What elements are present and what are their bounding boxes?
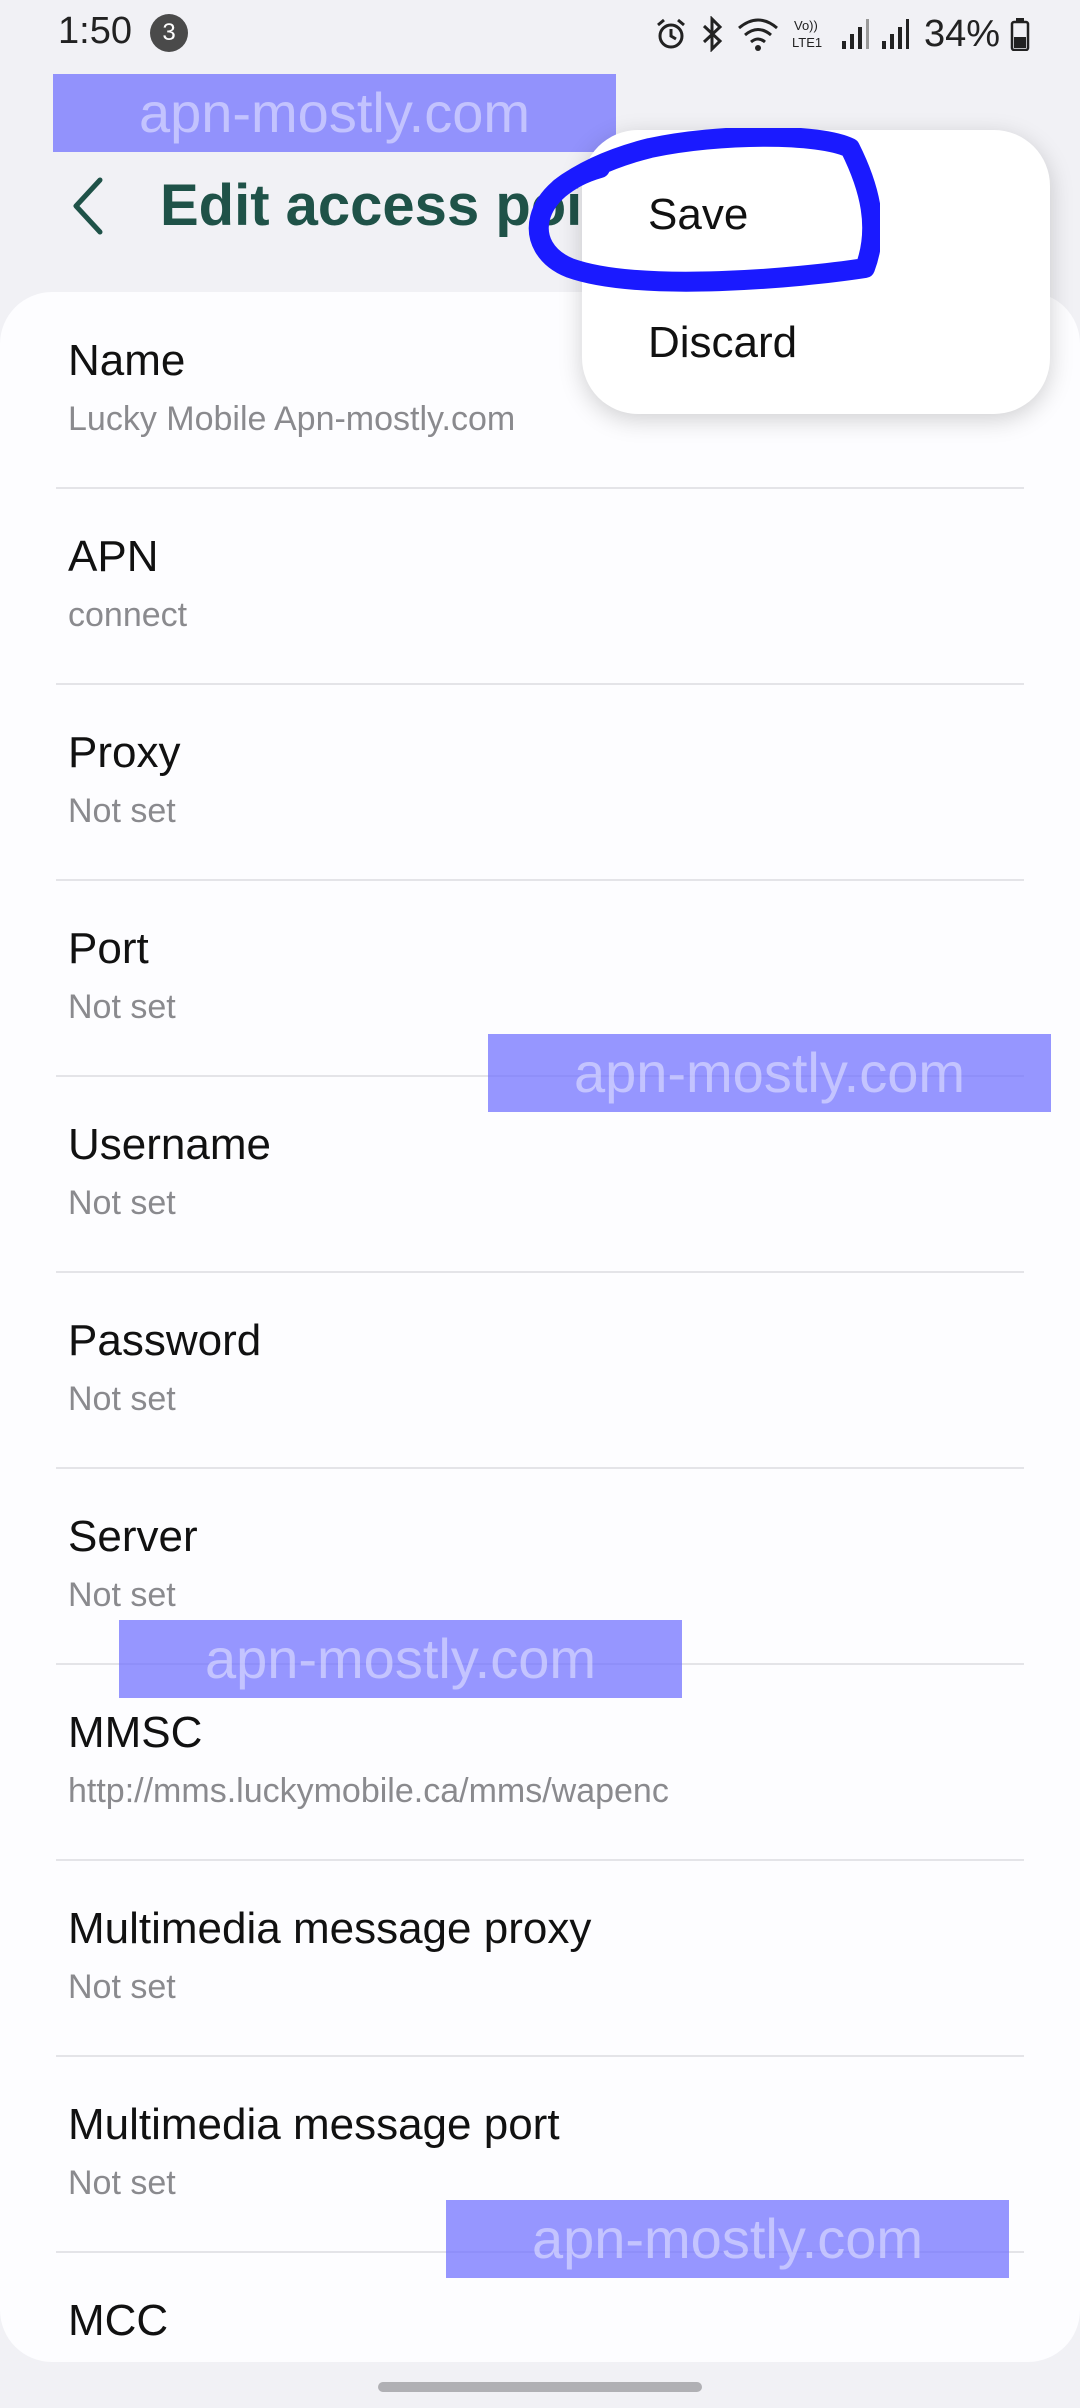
setting-label: Server bbox=[68, 1512, 198, 1561]
setting-label: Username bbox=[68, 1120, 271, 1169]
bluetooth-icon bbox=[702, 16, 723, 52]
settings-list: Name Lucky Mobile Apn-mostly.com APN con… bbox=[0, 292, 1080, 2362]
setting-value: http://mms.luckymobile.ca/mms/wapenc bbox=[68, 1772, 669, 1810]
alarm-icon bbox=[656, 18, 685, 49]
watermark: apn-mostly.com bbox=[53, 74, 616, 152]
setting-label: Multimedia message port bbox=[68, 2100, 560, 2149]
discard-menu-item[interactable]: Discard bbox=[582, 278, 1050, 406]
svg-text:LTE1: LTE1 bbox=[792, 35, 822, 50]
overflow-menu: Save Discard bbox=[582, 130, 1050, 414]
volte-icon: Vo)) LTE1 bbox=[792, 18, 822, 50]
wifi-icon bbox=[737, 18, 778, 51]
setting-value: Not set bbox=[68, 2164, 176, 2202]
setting-value: connect bbox=[68, 596, 188, 634]
setting-label: Password bbox=[68, 1316, 262, 1365]
back-button[interactable] bbox=[60, 170, 120, 242]
watermark: apn-mostly.com bbox=[119, 1620, 682, 1698]
setting-value: Not set bbox=[68, 988, 176, 1026]
status-bar: 1:50 3 Vo)) LTE1 34% bbox=[0, 0, 1080, 70]
setting-value: Not set bbox=[68, 1184, 176, 1222]
setting-label: APN bbox=[68, 532, 159, 581]
watermark: apn-mostly.com bbox=[488, 1034, 1051, 1112]
setting-row-apn[interactable]: APN connect bbox=[0, 488, 1080, 685]
signal-icon bbox=[841, 19, 869, 49]
setting-value: Not set bbox=[68, 1576, 176, 1614]
home-indicator[interactable] bbox=[378, 2382, 702, 2392]
svg-text:Vo)): Vo)) bbox=[794, 18, 818, 33]
back-arrow-icon bbox=[73, 177, 103, 235]
discard-label: Discard bbox=[648, 318, 798, 367]
setting-label: MCC bbox=[68, 2296, 169, 2345]
setting-label: MMSC bbox=[68, 1708, 203, 1757]
setting-label: Proxy bbox=[68, 728, 181, 777]
setting-label: Multimedia message proxy bbox=[68, 1904, 592, 1953]
setting-row-password[interactable]: Password Not set bbox=[0, 1272, 1080, 1469]
setting-row-proxy[interactable]: Proxy Not set bbox=[0, 684, 1080, 881]
status-icons: Vo)) LTE1 34% bbox=[654, 10, 1030, 58]
setting-value: Not set bbox=[68, 1380, 176, 1418]
battery-percent: 34% bbox=[923, 12, 1000, 55]
setting-value: Lucky Mobile Apn-mostly.com bbox=[68, 400, 516, 438]
notification-count-badge: 3 bbox=[150, 14, 188, 52]
setting-value: Not set bbox=[68, 1968, 176, 2006]
setting-row-mms-proxy[interactable]: Multimedia message proxy Not set bbox=[0, 1860, 1080, 2057]
setting-value: Not set bbox=[68, 792, 176, 830]
setting-label: Port bbox=[68, 924, 149, 973]
save-label: Save bbox=[648, 190, 749, 239]
page-title: Edit access point bbox=[160, 173, 638, 238]
watermark: apn-mostly.com bbox=[446, 2200, 1009, 2278]
setting-label: Name bbox=[68, 336, 186, 385]
battery-icon bbox=[1010, 18, 1030, 51]
save-menu-item[interactable]: Save bbox=[582, 150, 1050, 278]
status-time: 1:50 bbox=[58, 10, 132, 52]
signal-icon bbox=[881, 19, 909, 49]
